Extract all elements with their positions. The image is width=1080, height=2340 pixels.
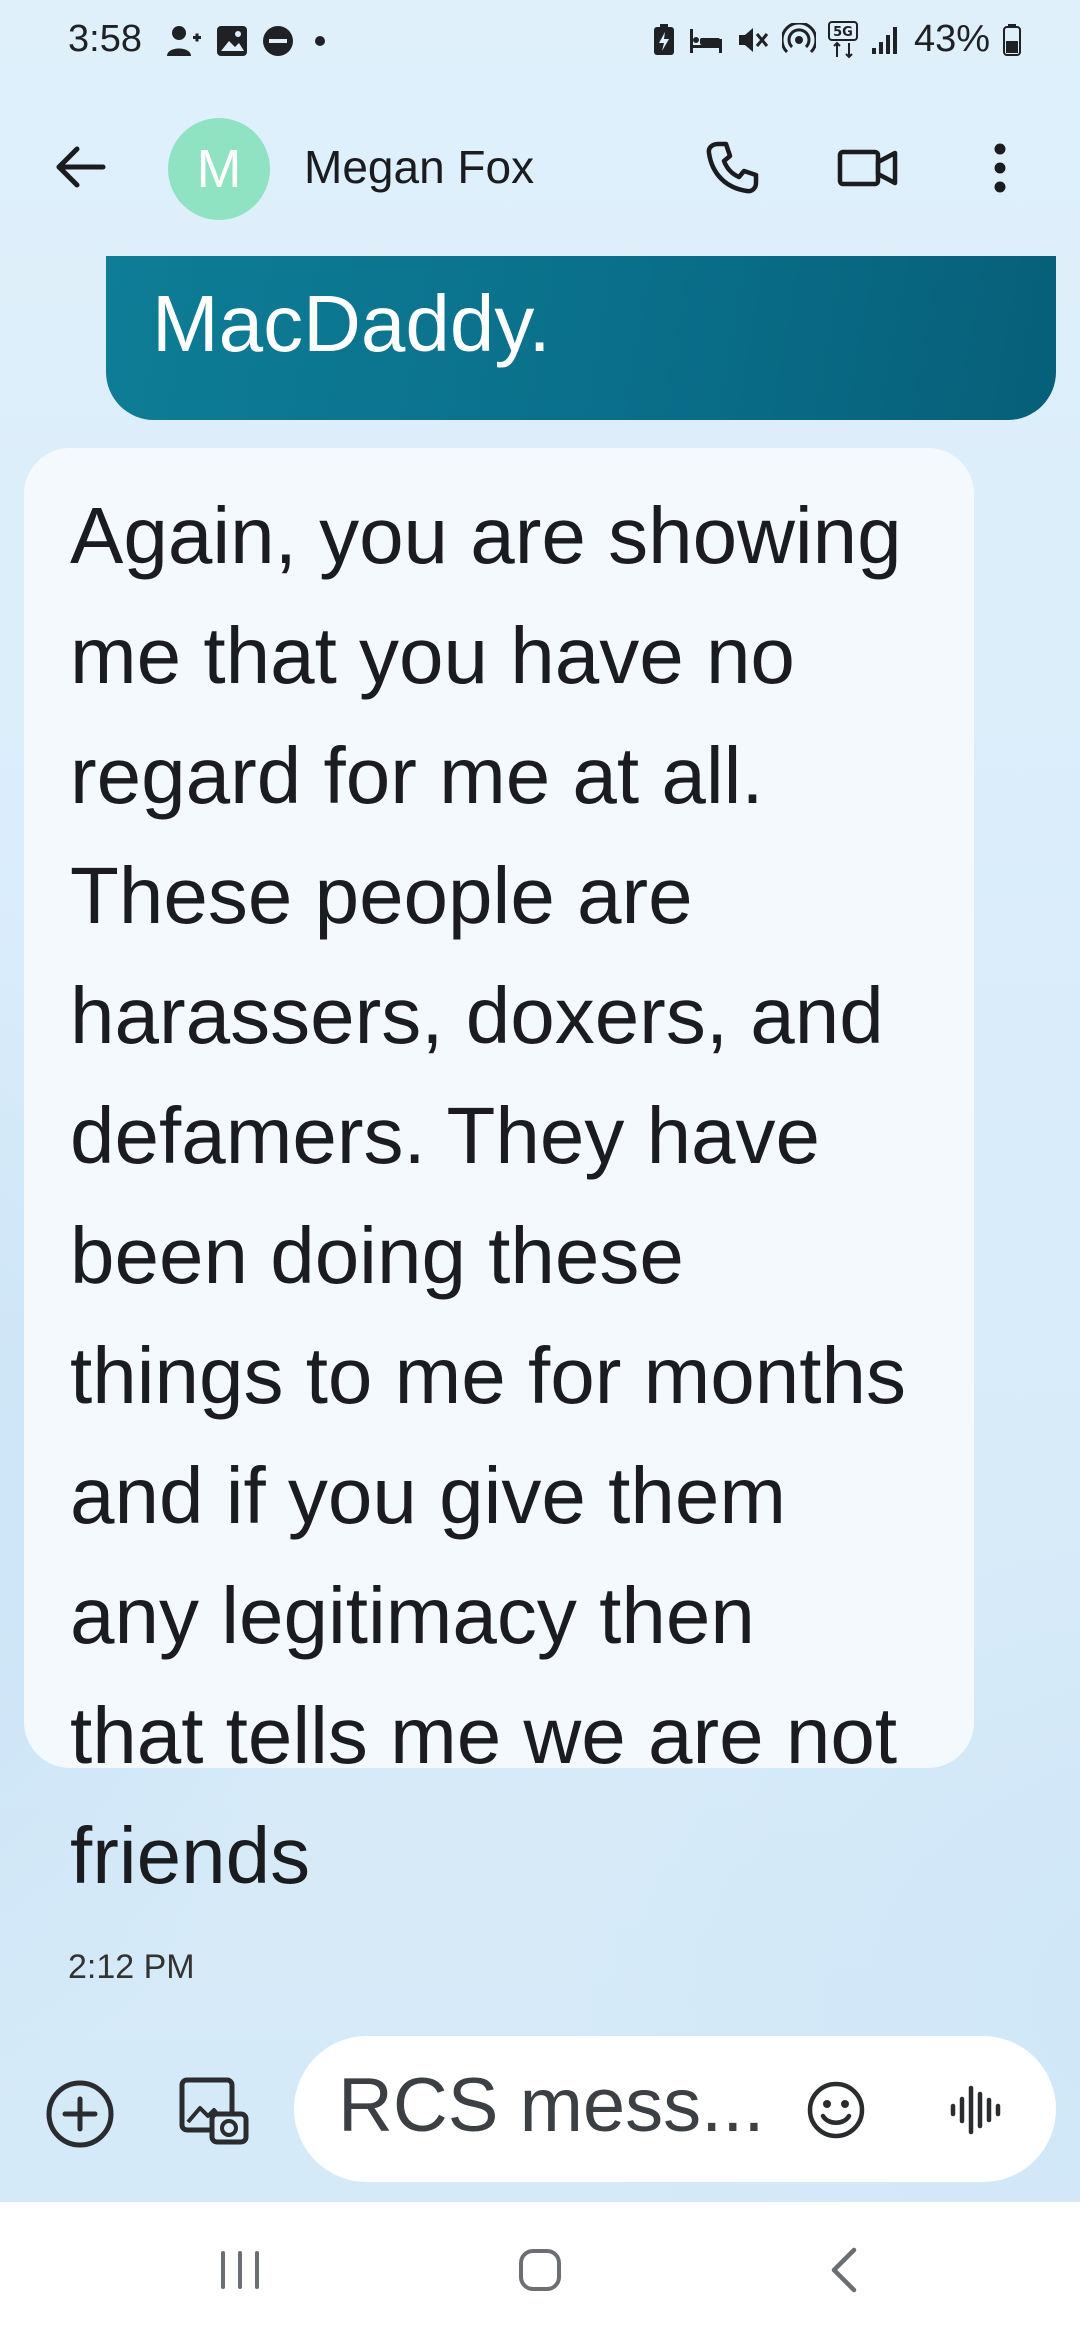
home-button[interactable] bbox=[500, 2230, 580, 2310]
message-line: defamers. They have bbox=[70, 1091, 821, 1180]
video-camera-icon bbox=[837, 147, 899, 189]
contact-name[interactable]: Megan Fox bbox=[304, 140, 534, 194]
do-not-disturb-icon bbox=[261, 24, 295, 58]
outgoing-message-text: MacDaddy. bbox=[152, 279, 551, 368]
system-navigation-bar bbox=[0, 2202, 1080, 2340]
message-line: things to me for months bbox=[70, 1331, 906, 1420]
status-left-icons bbox=[165, 24, 325, 58]
svg-text:5G: 5G bbox=[833, 25, 853, 40]
message-line: and if you give them bbox=[70, 1451, 786, 1540]
recents-button[interactable] bbox=[200, 2230, 280, 2310]
battery-percent: 43% bbox=[913, 18, 990, 60]
call-button[interactable] bbox=[696, 132, 768, 204]
compose-bar: RCS mess... bbox=[0, 2012, 1080, 2202]
dot-icon bbox=[315, 36, 325, 46]
gallery-button[interactable] bbox=[174, 2072, 254, 2152]
more-vert-icon bbox=[993, 142, 1007, 194]
gallery-icon bbox=[178, 2076, 250, 2148]
back-arrow-icon bbox=[55, 145, 107, 189]
voice-message-button[interactable] bbox=[944, 2078, 1008, 2142]
hotspot-icon bbox=[781, 22, 816, 57]
phone-icon bbox=[704, 140, 760, 196]
status-time: 3:58 bbox=[68, 18, 142, 60]
message-line: any legitimacy then bbox=[70, 1571, 755, 1660]
back-button[interactable] bbox=[46, 132, 116, 202]
5g-icon: 5G bbox=[827, 20, 858, 59]
voice-waveform-icon bbox=[948, 2080, 1004, 2140]
avatar[interactable]: M bbox=[168, 118, 270, 220]
add-attachment-button[interactable] bbox=[42, 2076, 118, 2152]
status-right-icons: 5G 43% bbox=[652, 18, 1022, 61]
mute-icon bbox=[736, 23, 770, 57]
signal-icon bbox=[870, 24, 902, 56]
status-bar: 3:58 5G 43% bbox=[0, 0, 1080, 84]
message-line: that tells me we are not bbox=[70, 1691, 898, 1780]
battery-icon bbox=[1002, 23, 1022, 57]
battery-saver-icon bbox=[652, 23, 676, 57]
message-line: been doing these bbox=[70, 1211, 684, 1300]
message-input[interactable]: RCS mess... bbox=[294, 2036, 1056, 2182]
message-line: harassers, doxers, and bbox=[70, 971, 884, 1060]
conversation-header: M Megan Fox bbox=[0, 100, 1080, 236]
add-circle-icon bbox=[45, 2079, 115, 2149]
video-call-button[interactable] bbox=[830, 132, 906, 204]
message-line: Again, you are showing bbox=[70, 491, 902, 580]
sleep-icon bbox=[688, 25, 724, 55]
person-add-icon bbox=[165, 24, 203, 58]
message-line: friends bbox=[70, 1811, 311, 1900]
outgoing-message[interactable]: MacDaddy. bbox=[106, 256, 1056, 420]
incoming-message[interactable]: Again, you are showing me that you have … bbox=[24, 448, 974, 1900]
message-input-placeholder: RCS mess... bbox=[338, 2063, 765, 2148]
message-line: me that you have no bbox=[70, 611, 795, 700]
emoji-button[interactable] bbox=[804, 2078, 868, 2142]
emoji-icon bbox=[806, 2080, 866, 2140]
recents-icon bbox=[217, 2249, 263, 2291]
image-icon bbox=[215, 24, 249, 58]
message-list[interactable]: MacDaddy. Again, you are showing me that… bbox=[0, 236, 1080, 2006]
more-options-button[interactable] bbox=[970, 132, 1030, 204]
nav-back-button[interactable] bbox=[804, 2230, 884, 2310]
back-chevron-icon bbox=[826, 2244, 862, 2296]
home-icon bbox=[516, 2246, 564, 2294]
message-line: These people are bbox=[70, 851, 693, 940]
message-line: regard for me at all. bbox=[70, 731, 764, 820]
message-timestamp: 2:12 PM bbox=[68, 1948, 195, 1986]
